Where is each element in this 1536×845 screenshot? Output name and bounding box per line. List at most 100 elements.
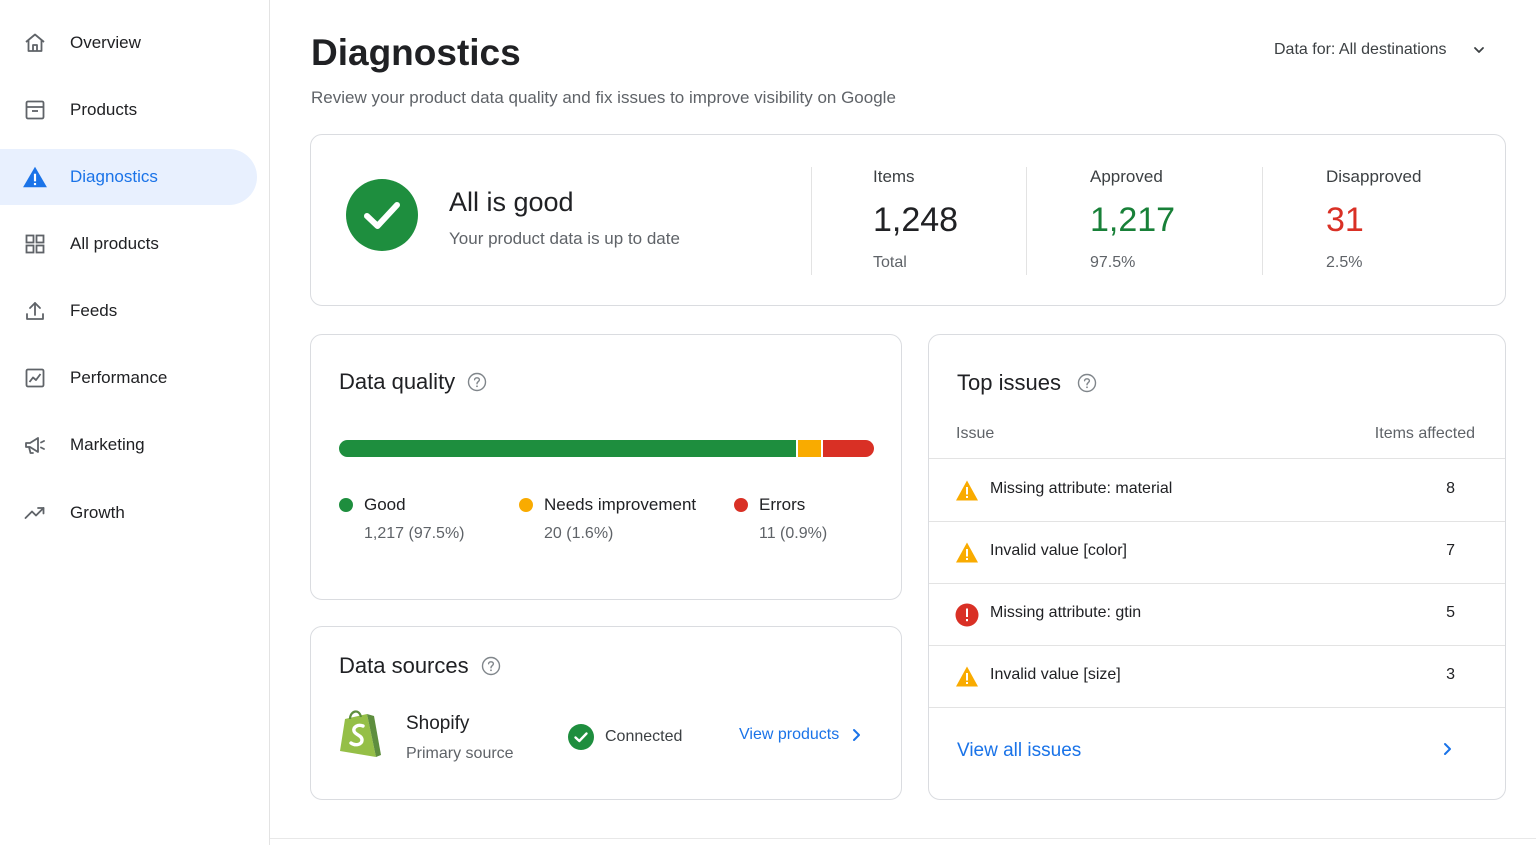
quality-bar-segment-errors [823,440,875,457]
issue-row[interactable]: Missing attribute: gtin 5 [929,584,1505,646]
sidebar-item-diagnostics[interactable]: Diagnostics [0,149,257,205]
sidebar-item-overview[interactable]: Overview [0,15,257,71]
chevron-right-icon [851,726,865,744]
sidebar-item-feeds[interactable]: Feeds [0,283,257,339]
chevron-right-icon[interactable] [1442,739,1456,759]
sidebar-item-growth[interactable]: Growth [0,485,257,541]
divider [1262,167,1263,275]
sidebar-item-performance[interactable]: Performance [0,350,257,406]
issues-table-header: Issue Items affected [929,421,1505,459]
legend-good: Good 1,217 (97.5%) [339,495,465,543]
issue-name: Missing attribute: gtin [990,604,1142,621]
sidebar-item-label: Performance [70,368,168,387]
divider [270,838,1536,839]
divider [811,167,812,275]
inbox-icon [22,97,48,123]
home-icon [22,30,48,56]
legend-dot-needs-improvement [519,498,533,512]
issue-row[interactable]: Missing attribute: material 8 [929,460,1505,522]
stat-value: 1,217 [1090,201,1176,239]
destination-select[interactable]: Data for: All destinations [1274,38,1487,62]
warning-icon [956,666,978,687]
quality-bar-segment-good [339,440,796,457]
sidebar-item-label: Diagnostics [70,167,158,186]
shopify-logo-icon [340,710,381,757]
stat-label: Items [873,167,915,186]
data-quality-card: Data quality Good 1,217 (97.5%) Needs im… [310,334,902,600]
warning-icon [956,542,978,563]
stat-approved: Approved 1,217 97.5% [1090,167,1175,272]
chevron-down-icon [1471,42,1487,58]
issue-count: 3 [1446,666,1455,683]
help-icon[interactable] [1077,373,1097,393]
sidebar-item-label: Growth [70,503,125,522]
warning-icon [956,480,978,501]
sidebar-item-label: Feeds [70,301,118,320]
issue-name: Invalid value [size] [990,666,1121,683]
stat-sub: Total [873,254,907,271]
page-title: Diagnostics [311,32,521,73]
view-products-link[interactable]: View products [739,726,865,744]
sidebar: Overview Products Diagnostics All produc… [0,0,270,845]
legend-dot-good [339,498,353,512]
legend-dot-errors [734,498,748,512]
view-products-label: View products [739,726,840,743]
data-quality-title: Data quality [339,369,456,394]
legend-detail: 1,217 (97.5%) [364,525,465,542]
stat-label: Approved [1090,167,1163,186]
main-content: Diagnostics Review your product data qua… [270,0,1536,845]
stat-sub: 2.5% [1326,254,1363,271]
sidebar-item-label: Overview [70,33,141,52]
stat-label: Disapproved [1326,167,1422,186]
upload-icon [22,298,48,324]
issue-count: 5 [1446,604,1455,621]
view-all-issues-link[interactable]: View all issues [957,740,1081,762]
issue-count: 8 [1446,480,1455,497]
sidebar-item-label: Marketing [70,435,145,454]
sidebar-item-label: All products [70,234,159,253]
help-icon[interactable] [481,656,501,676]
legend-label: Needs improvement [544,495,697,514]
source-status-label: Connected [605,728,683,745]
column-header-issue: Issue [956,425,995,442]
status-card: All is good Your product data is up to d… [310,134,1506,306]
chart-icon [22,365,48,391]
legend-errors: Errors 11 (0.9%) [734,495,827,543]
megaphone-icon [22,432,48,458]
source-name: Shopify [406,713,470,734]
stat-sub: 97.5% [1090,254,1136,271]
error-icon [955,603,979,627]
sidebar-item-products[interactable]: Products [0,82,257,138]
issue-name: Invalid value [color] [990,542,1127,559]
status-description: Your product data is up to date [449,229,680,248]
source-status: Connected [568,724,682,750]
quality-bar-segment-needs-improvement [797,440,822,457]
stat-items: Items 1,248 Total [873,167,958,272]
card-title: Top issues [957,370,1097,396]
legend-label: Errors [759,495,806,514]
sidebar-item-label: Products [70,100,138,119]
top-issues-card: Top issues Issue Items affected Missing … [928,334,1506,800]
check-circle-icon [568,724,594,750]
stat-value: 31 [1326,201,1364,239]
issue-name: Missing attribute: material [990,480,1173,497]
card-title: Data quality [339,369,487,395]
sidebar-item-all-products[interactable]: All products [0,216,257,272]
grid-icon [22,231,48,257]
column-header-items-affected: Items affected [1374,425,1475,442]
issue-row[interactable]: Invalid value [color] 7 [929,522,1505,584]
help-icon[interactable] [467,372,487,392]
data-quality-bar [339,440,875,457]
warning-icon [22,164,48,190]
top-issues-title: Top issues [957,370,1061,395]
stat-value: 1,248 [873,201,959,239]
trending-up-icon [22,500,48,526]
check-circle-icon [346,179,418,251]
destination-select-label: Data for: All destinations [1274,41,1447,58]
legend-label: Good [364,495,406,514]
issue-row[interactable]: Invalid value [size] 3 [929,646,1505,708]
legend-detail: 11 (0.9%) [759,525,828,542]
sidebar-item-marketing[interactable]: Marketing [0,417,257,473]
page-subtitle: Review your product data quality and fix… [311,88,896,107]
data-sources-card: Data sources Shopify Primary source Conn… [310,626,902,800]
